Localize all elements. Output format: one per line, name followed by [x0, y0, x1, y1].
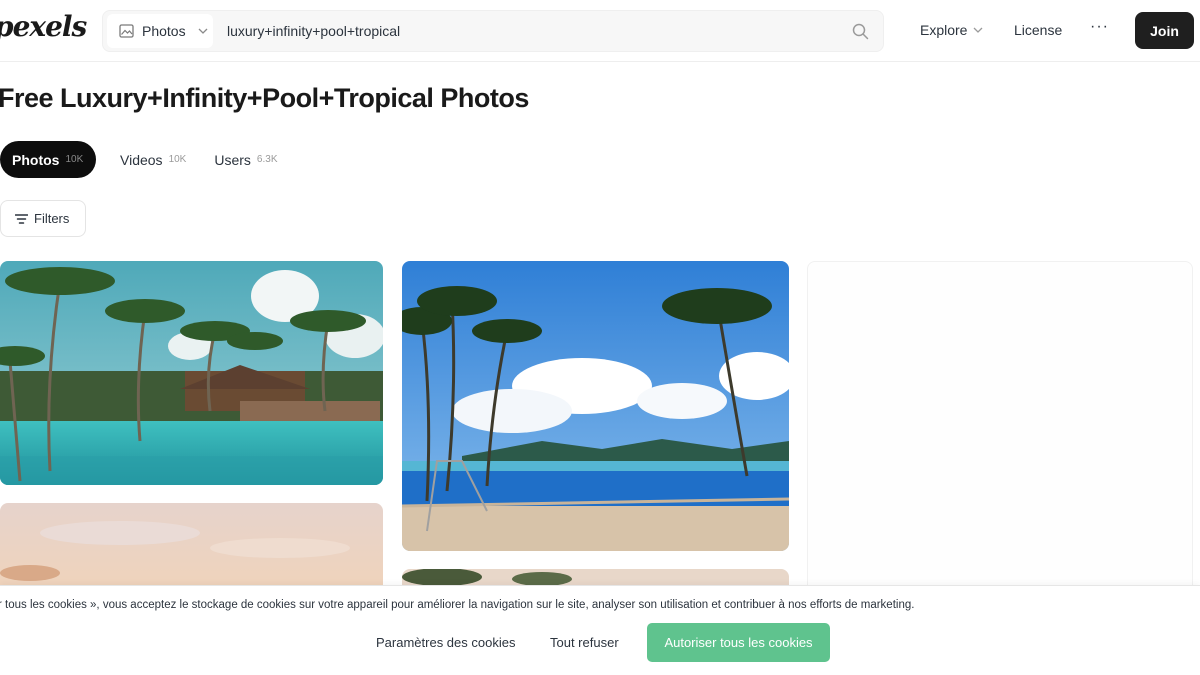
photo-card[interactable] [402, 261, 789, 551]
chevron-down-icon [974, 27, 983, 33]
cookie-banner: r tous les cookies », vous acceptez le s… [0, 585, 1200, 675]
tab-users-label: Users [214, 151, 251, 168]
search-icon[interactable] [852, 23, 869, 40]
tab-photos[interactable]: Photos 10K [0, 141, 96, 178]
tab-videos[interactable]: Videos 10K [106, 141, 200, 178]
cookie-refuse-button[interactable]: Tout refuser [550, 635, 619, 650]
tab-users-count: 6.3K [256, 154, 278, 165]
nav-license[interactable]: License [1014, 22, 1062, 38]
tab-photos-label: Photos [12, 151, 60, 168]
cookie-settings-button[interactable]: Paramètres des cookies [376, 635, 515, 650]
tab-videos-label: Videos [120, 151, 163, 168]
nav-explore-label: Explore [920, 22, 968, 38]
top-header: pexels Photos luxury+infinity+pool+tropi… [0, 0, 1200, 62]
tab-photos-count: 10K [65, 154, 84, 165]
chevron-down-icon [198, 28, 208, 34]
cookie-accept-button[interactable]: Autoriser tous les cookies [647, 623, 830, 662]
image-icon [119, 24, 134, 38]
search-type-dropdown[interactable]: Photos [107, 14, 213, 48]
join-button[interactable]: Join [1135, 12, 1194, 49]
photo-beach-pool-palms-blue-sky [402, 261, 789, 551]
filters-button[interactable]: Filters [0, 200, 86, 237]
page-title: Free Luxury+Infinity+Pool+Tropical Photo… [0, 83, 529, 113]
tab-users[interactable]: Users 6.3K [200, 141, 291, 178]
photo-tropical-infinity-pool-palms [0, 261, 383, 485]
more-menu-icon[interactable]: ··· [1090, 18, 1109, 36]
tab-videos-count: 10K [168, 154, 187, 165]
search-type-label: Photos [142, 23, 186, 39]
filter-icon [15, 213, 28, 224]
photo-placeholder [807, 261, 1193, 601]
filters-label: Filters [34, 211, 70, 226]
cookie-text: r tous les cookies », vous acceptez le s… [0, 599, 915, 611]
media-tabs: Photos 10K Videos 10K Users 6.3K [0, 141, 292, 178]
photo-card[interactable] [0, 261, 383, 485]
nav-explore[interactable]: Explore [920, 22, 983, 38]
pexels-logo[interactable]: pexels [0, 10, 87, 43]
search-bar[interactable]: Photos luxury+infinity+pool+tropical [102, 10, 884, 52]
search-input[interactable]: luxury+infinity+pool+tropical [227, 23, 400, 39]
